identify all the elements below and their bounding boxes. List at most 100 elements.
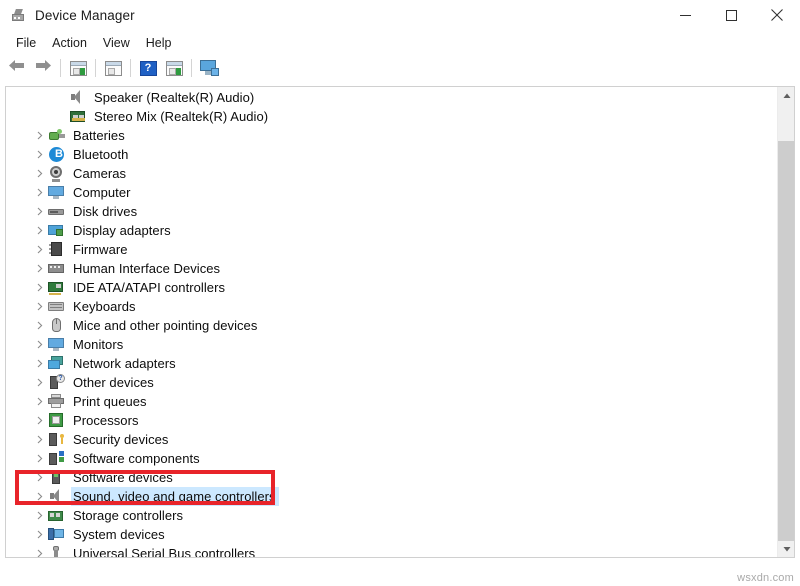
chevron-right-icon[interactable]: [32, 544, 48, 558]
tree-row[interactable]: Cameras: [6, 164, 778, 183]
window-title: Device Manager: [35, 8, 135, 23]
firmware-chip-icon: [48, 241, 65, 258]
toolbar-separator: [191, 59, 192, 77]
menu-view[interactable]: View: [95, 33, 138, 53]
tree-row[interactable]: Software devices: [6, 468, 778, 487]
menu-help[interactable]: Help: [138, 33, 180, 53]
scroll-up-arrow[interactable]: [778, 87, 795, 104]
tree-row-label: Mice and other pointing devices: [71, 316, 260, 335]
scan-monitor-icon: [200, 60, 219, 76]
tree-row[interactable]: Disk drives: [6, 202, 778, 221]
menu-bar: File Action View Help: [0, 31, 800, 54]
title-bar: Device Manager: [0, 0, 800, 30]
device-tree-panel: Speaker (Realtek(R) Audio)Stereo Mix (Re…: [5, 86, 795, 558]
tree-row[interactable]: Display adapters: [6, 221, 778, 240]
mouse-icon: [48, 317, 65, 334]
chevron-right-icon[interactable]: [32, 392, 48, 411]
tree-row-label: Batteries: [71, 126, 128, 145]
help-button[interactable]: ?: [135, 56, 161, 80]
chevron-right-icon[interactable]: [32, 449, 48, 468]
tree-row[interactable]: Firmware: [6, 240, 778, 259]
hid-icon: [48, 260, 65, 277]
menu-file[interactable]: File: [8, 33, 44, 53]
chevron-right-icon[interactable]: [32, 316, 48, 335]
chevron-right-icon[interactable]: [32, 202, 48, 221]
tree-row-label: Disk drives: [71, 202, 140, 221]
chevron-right-icon[interactable]: [32, 335, 48, 354]
tree-row[interactable]: IDE ATA/ATAPI controllers: [6, 278, 778, 297]
tree-row-label: Speaker (Realtek(R) Audio): [92, 88, 257, 107]
help-question-icon: ?: [140, 61, 157, 76]
tree-row-label: Display adapters: [71, 221, 174, 240]
tree-row[interactable]: BBluetooth: [6, 145, 778, 164]
chevron-right-icon[interactable]: [32, 259, 48, 278]
chevron-right-icon[interactable]: [32, 297, 48, 316]
chevron-right-icon[interactable]: [32, 411, 48, 430]
show-hide-console-tree-button[interactable]: [65, 56, 91, 80]
sound-card-icon: [69, 108, 86, 125]
tree-row[interactable]: Sound, video and game controllers: [6, 487, 778, 506]
back-button[interactable]: [4, 56, 30, 80]
printer-icon: [48, 393, 65, 410]
tree-row[interactable]: Storage controllers: [6, 506, 778, 525]
tree-row[interactable]: Print queues: [6, 392, 778, 411]
bottom-strip: [0, 562, 800, 586]
chevron-right-icon[interactable]: [32, 430, 48, 449]
tree-row[interactable]: Human Interface Devices: [6, 259, 778, 278]
tree-row[interactable]: Security devices: [6, 430, 778, 449]
back-arrow-icon: [7, 58, 27, 78]
tree-row-label: Processors: [71, 411, 142, 430]
maximize-button[interactable]: [708, 0, 754, 30]
tree-row[interactable]: ?Other devices: [6, 373, 778, 392]
forward-button[interactable]: [30, 56, 56, 80]
chevron-right-icon[interactable]: [32, 487, 48, 506]
tree-row[interactable]: Network adapters: [6, 354, 778, 373]
scrollbar-thumb[interactable]: [778, 141, 795, 541]
properties-button[interactable]: [100, 56, 126, 80]
tree-row[interactable]: Monitors: [6, 335, 778, 354]
computer-monitor-icon: [48, 184, 65, 201]
tree-row[interactable]: Speaker (Realtek(R) Audio): [6, 88, 778, 107]
chevron-right-icon[interactable]: [32, 278, 48, 297]
close-button[interactable]: [754, 0, 800, 30]
network-adapter-icon: [48, 355, 65, 372]
speaker-icon: [69, 89, 86, 106]
chevron-right-icon: [53, 88, 69, 107]
menu-action[interactable]: Action: [44, 33, 95, 53]
other-device-icon: ?: [48, 374, 65, 391]
sound-controller-icon: [48, 488, 65, 505]
tree-row-label: Network adapters: [71, 354, 179, 373]
update-driver-button[interactable]: [161, 56, 187, 80]
tree-row[interactable]: Universal Serial Bus controllers: [6, 544, 778, 558]
chevron-right-icon[interactable]: [32, 373, 48, 392]
tree-row[interactable]: Software components: [6, 449, 778, 468]
chevron-right-icon[interactable]: [32, 221, 48, 240]
chevron-right-icon[interactable]: [32, 183, 48, 202]
chevron-right-icon[interactable]: [32, 240, 48, 259]
chevron-right-icon[interactable]: [32, 506, 48, 525]
vertical-scrollbar[interactable]: [777, 87, 794, 557]
chevron-right-icon[interactable]: [32, 164, 48, 183]
chevron-right-icon[interactable]: [32, 525, 48, 544]
chevron-right-icon[interactable]: [32, 468, 48, 487]
tree-row[interactable]: Mice and other pointing devices: [6, 316, 778, 335]
processor-icon: [48, 412, 65, 429]
minimize-button[interactable]: [662, 0, 708, 30]
software-component-icon: [48, 450, 65, 467]
chevron-right-icon[interactable]: [32, 354, 48, 373]
tree-row[interactable]: Processors: [6, 411, 778, 430]
scroll-down-arrow[interactable]: [778, 540, 795, 557]
tree-row[interactable]: System devices: [6, 525, 778, 544]
device-tree[interactable]: Speaker (Realtek(R) Audio)Stereo Mix (Re…: [6, 87, 778, 557]
device-manager-icon: [10, 7, 26, 23]
chevron-right-icon[interactable]: [32, 126, 48, 145]
toolbar: ?: [0, 54, 800, 82]
chevron-right-icon[interactable]: [32, 145, 48, 164]
disk-drive-icon: [48, 203, 65, 220]
tree-row[interactable]: Batteries: [6, 126, 778, 145]
tree-row[interactable]: Computer: [6, 183, 778, 202]
console-tree-icon: [70, 61, 87, 76]
scan-hardware-changes-button[interactable]: [196, 56, 222, 80]
tree-row[interactable]: Stereo Mix (Realtek(R) Audio): [6, 107, 778, 126]
tree-row[interactable]: Keyboards: [6, 297, 778, 316]
